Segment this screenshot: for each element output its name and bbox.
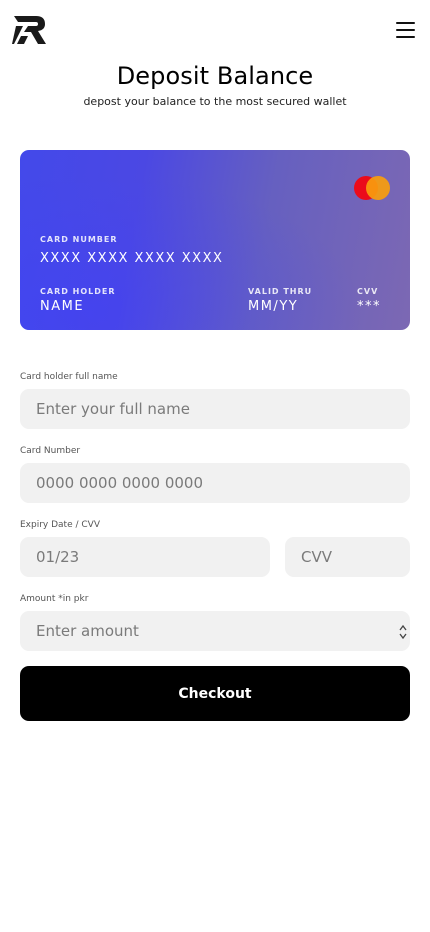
valid-thru-value: MM/YY — [248, 299, 299, 314]
card-number-label: CARD NUMBER — [40, 235, 118, 244]
top-bar — [0, 0, 430, 62]
mastercard-logo-icon — [354, 176, 390, 200]
expiry-date-input[interactable] — [20, 537, 270, 577]
cvv-input[interactable] — [285, 537, 410, 577]
card-holder-label: CARD HOLDER — [40, 287, 116, 296]
checkout-button[interactable]: Checkout — [20, 666, 410, 721]
card-preview: CARD NUMBER XXXX XXXX XXXX XXXX CARD HOL… — [20, 150, 410, 330]
expiry-cvv-label: Expiry Date / CVV — [20, 520, 100, 530]
card-number-input[interactable] — [20, 463, 410, 503]
full-name-label: Card holder full name — [20, 372, 118, 382]
r-logo-icon[interactable] — [12, 14, 48, 46]
page-title: Deposit Balance — [116, 62, 314, 90]
full-name-input[interactable] — [20, 389, 410, 429]
valid-thru-label: VALID THRU — [248, 287, 313, 296]
page-subtitle: depost your balance to the most secured … — [83, 95, 347, 108]
amount-label: Amount *in pkr — [20, 594, 89, 604]
cvv-label: CVV — [357, 287, 379, 296]
card-holder-value: NAME — [40, 299, 85, 314]
cvv-value: *** — [357, 299, 381, 314]
hamburger-menu-icon[interactable] — [394, 19, 418, 41]
card-number-field-label: Card Number — [20, 446, 81, 456]
amount-input[interactable] — [20, 611, 410, 651]
number-spinner-icon[interactable] — [398, 623, 408, 641]
card-number-value: XXXX XXXX XXXX XXXX — [40, 251, 224, 266]
